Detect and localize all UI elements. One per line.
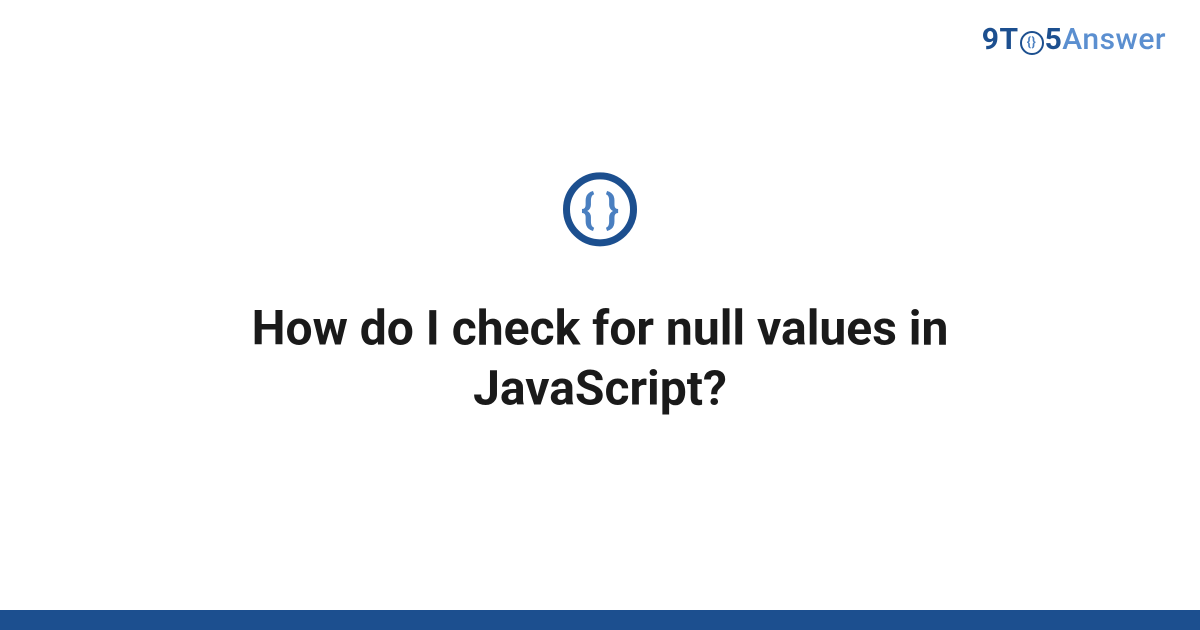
bottom-accent-bar xyxy=(0,610,1200,630)
code-braces-icon: { } xyxy=(563,172,637,246)
brand-text-5: 5 xyxy=(1045,22,1063,57)
brand-text-9t: 9T xyxy=(982,22,1019,57)
brand-circle-icon: {} xyxy=(1020,31,1044,55)
main-content: { } How do I check for null values in Ja… xyxy=(0,172,1200,418)
brand-logo: 9T{}5Answer xyxy=(982,22,1166,57)
question-title: How do I check for null values in JavaSc… xyxy=(140,298,1060,418)
brand-text-answer: Answer xyxy=(1062,22,1166,57)
topic-icon-glyph: { } xyxy=(581,185,619,234)
